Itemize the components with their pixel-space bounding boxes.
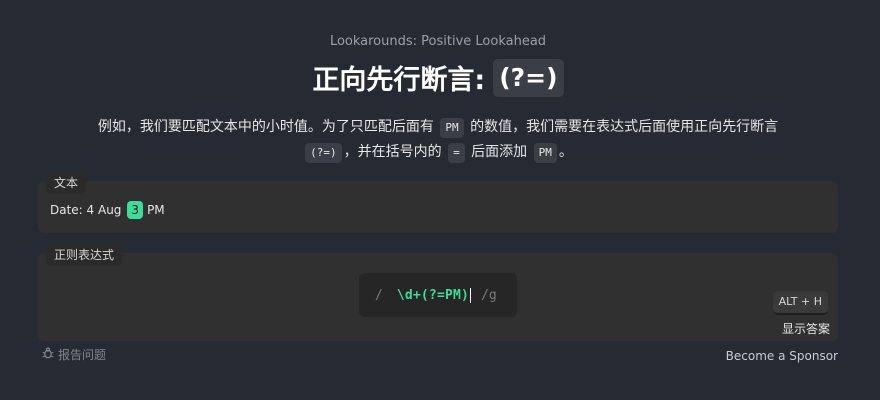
regex-flags: /g: [481, 287, 497, 303]
title-text: 正向先行断言:: [312, 65, 486, 96]
lesson-description: 例如，我们要匹配文本中的小时值。为了只匹配后面有 PM 的数值，我们需要在表达式…: [38, 115, 838, 165]
regex-panel: 正则表达式 / \d+(?=PM) /g ALT + H 显示答案: [38, 244, 838, 341]
report-issue-link[interactable]: 报告问题: [42, 346, 106, 363]
desc-code-lookahead: (?=): [305, 143, 342, 163]
text-panel: 文本 Date: 4 Aug 3 PM: [38, 172, 838, 233]
desc-text-4: 后面添加: [471, 144, 528, 160]
sample-text-before: Date: 4 Aug: [50, 203, 122, 217]
bug-icon: [42, 347, 54, 362]
regex-panel-label: 正则表达式: [46, 244, 123, 266]
regex-open-slash: /: [375, 287, 383, 303]
match-highlight: 3: [127, 201, 144, 219]
text-panel-label: 文本: [46, 172, 87, 194]
sponsor-link[interactable]: Become a Sponsor: [726, 349, 838, 363]
desc-code-pm-2: PM: [533, 143, 557, 163]
desc-text-3: ，并在括号内的: [343, 144, 442, 160]
desc-code-pm: PM: [440, 118, 464, 138]
page: Lookarounds: Positive Lookahead 正向先行断言: …: [38, 0, 838, 400]
sample-text: Date: 4 Aug 3 PM: [50, 201, 165, 219]
show-answer-button[interactable]: 显示答案: [782, 320, 830, 337]
title-code: (?=): [493, 58, 564, 97]
desc-text-5: 。: [558, 144, 573, 160]
shortcut-badge: ALT + H: [772, 291, 828, 315]
regex-input[interactable]: \d+(?=PM): [397, 287, 472, 303]
regex-editor[interactable]: / \d+(?=PM) /g: [359, 273, 517, 317]
desc-text-2: 的数值，我们需要在表达式后面使用正向先行断言: [470, 119, 779, 135]
lesson-title: 正向先行断言: (?=): [38, 58, 838, 97]
report-issue-label: 报告问题: [58, 348, 107, 362]
desc-text-1: 例如，我们要匹配文本中的小时值。为了只匹配后面有: [97, 119, 434, 135]
sample-text-after: PM: [147, 203, 165, 217]
lesson-subtitle: Lookarounds: Positive Lookahead: [329, 34, 547, 49]
desc-code-equals: =: [448, 143, 465, 163]
